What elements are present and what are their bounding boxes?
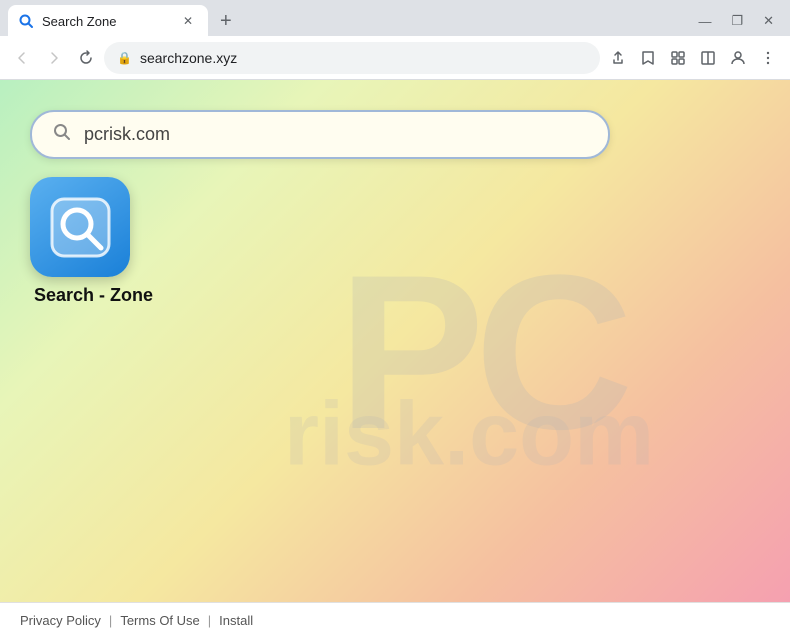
logo-icon [30, 177, 130, 277]
tab-close-button[interactable]: ✕ [180, 13, 196, 29]
tab-title: Search Zone [42, 14, 172, 29]
window-controls: — ❐ ✕ [690, 9, 782, 33]
page-footer: Privacy Policy | Terms Of Use | Install [0, 602, 790, 638]
share-button[interactable] [604, 44, 632, 72]
search-input[interactable] [84, 124, 588, 145]
menu-button[interactable] [754, 44, 782, 72]
nav-bar: 🔒 [0, 36, 790, 80]
new-tab-button[interactable]: + [212, 6, 240, 37]
reload-button[interactable] [72, 44, 100, 72]
terms-of-use-link[interactable]: Terms Of Use [120, 613, 199, 628]
tab-favicon [18, 13, 34, 29]
title-bar: Search Zone ✕ + — ❐ ✕ [0, 0, 790, 36]
install-link[interactable]: Install [219, 613, 253, 628]
active-tab[interactable]: Search Zone ✕ [8, 5, 208, 37]
nav-actions [604, 44, 782, 72]
watermark-risk: risk.com [284, 383, 654, 486]
footer-separator-1: | [109, 613, 112, 628]
maximize-button[interactable]: ❐ [723, 9, 751, 33]
tab-strip: Search Zone ✕ [8, 5, 208, 37]
extensions-button[interactable] [664, 44, 692, 72]
minimize-button[interactable]: — [690, 10, 719, 33]
page-content: PC risk.com Search - Zone [0, 80, 790, 602]
address-bar[interactable]: 🔒 [104, 42, 600, 74]
search-box-container [30, 110, 610, 159]
profile-button[interactable] [724, 44, 752, 72]
privacy-policy-link[interactable]: Privacy Policy [20, 613, 101, 628]
logo-label: Search - Zone [34, 285, 153, 306]
footer-separator-2: | [208, 613, 211, 628]
search-icon [52, 122, 72, 147]
search-box [30, 110, 610, 159]
bookmark-button[interactable] [634, 44, 662, 72]
browser-chrome: Search Zone ✕ + — ❐ ✕ 🔒 [0, 0, 790, 80]
logo-area: Search - Zone [30, 177, 153, 306]
split-view-button[interactable] [694, 44, 722, 72]
back-button[interactable] [8, 44, 36, 72]
watermark: PC [338, 242, 624, 462]
url-input[interactable] [140, 50, 587, 66]
lock-icon: 🔒 [117, 51, 132, 65]
title-bar-left: Search Zone ✕ + [8, 5, 240, 37]
close-button[interactable]: ✕ [755, 9, 782, 33]
forward-button[interactable] [40, 44, 68, 72]
